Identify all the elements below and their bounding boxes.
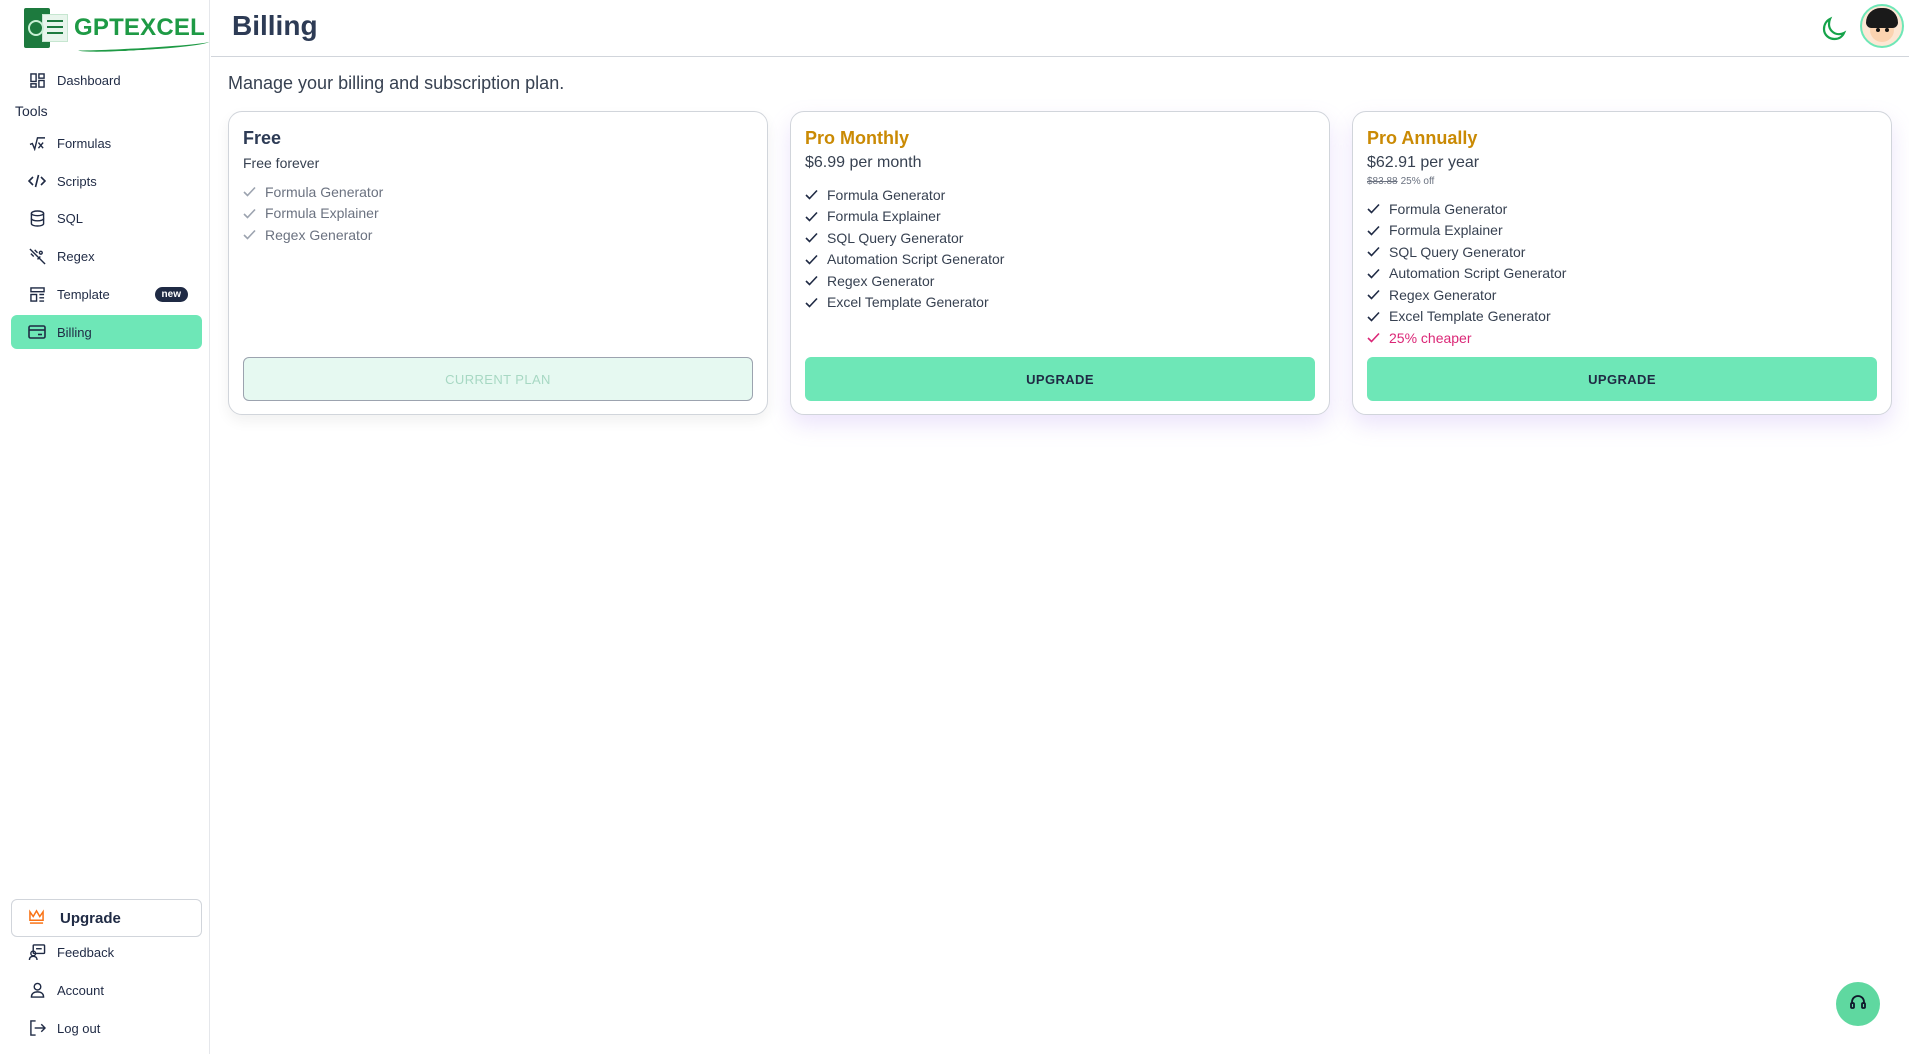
app-logo[interactable]: GPTEXCEL	[24, 8, 205, 48]
plan-name: Pro Annually	[1367, 128, 1478, 148]
sidebar-item-formulas[interactable]: Formulas	[11, 126, 202, 160]
page-subtitle: Manage your billing and subscription pla…	[228, 73, 565, 93]
check-icon	[1367, 289, 1381, 300]
strikethrough-price: $83.88	[1367, 176, 1398, 187]
sidebar-item-regex[interactable]: Regex	[11, 239, 202, 273]
top-header: Billing	[211, 0, 1909, 57]
upgrade-monthly-button[interactable]: UPGRADE	[805, 357, 1315, 401]
check-icon	[805, 297, 819, 308]
sidebar-item-billing[interactable]: Billing	[11, 315, 202, 349]
sqrt-x-icon	[27, 133, 47, 153]
feedback-icon	[27, 942, 47, 962]
sidebar-item-template[interactable]: Template new	[11, 277, 202, 311]
upgrade-button[interactable]: Upgrade	[11, 899, 202, 937]
list-item: Formula Explainer	[1367, 220, 1566, 242]
sidebar-item-label: Dashboard	[57, 72, 121, 88]
plan-card-pro-monthly: Pro Monthly $6.99 per month Formula Gene…	[790, 111, 1330, 415]
list-item: Formula Generator	[1367, 198, 1566, 220]
list-item: Formula Generator	[805, 184, 1004, 206]
sidebar-item-label: Account	[57, 982, 104, 998]
check-icon	[805, 211, 819, 222]
list-item: Excel Template Generator	[1367, 306, 1566, 328]
check-icon	[243, 186, 257, 197]
check-icon	[805, 189, 819, 200]
plan-card-pro-annually: Pro Annually $62.91 per year $83.88 25% o…	[1352, 111, 1892, 415]
sidebar-item-label: Feedback	[57, 944, 115, 960]
check-icon	[243, 229, 257, 240]
original-price: $83.88 25% off	[1367, 176, 1434, 187]
plan-name: Pro Monthly	[805, 128, 909, 148]
list-item: Formula Explainer	[805, 206, 1004, 228]
check-icon	[805, 232, 819, 243]
plan-price: Free forever	[243, 155, 320, 171]
discount-label: 25% off	[1400, 176, 1435, 187]
check-icon	[805, 275, 819, 286]
template-icon	[27, 284, 47, 304]
feature-list: Formula Generator Formula Explainer Rege…	[243, 181, 383, 246]
check-icon	[1367, 311, 1381, 322]
sidebar: GPTEXCEL Dashboard Tools Formulas Script…	[0, 0, 210, 1054]
logout-icon	[27, 1018, 47, 1038]
list-item: SQL Query Generator	[1367, 241, 1566, 263]
feature-list: Formula Generator Formula Explainer SQL …	[805, 184, 1004, 313]
sidebar-item-account[interactable]: Account	[11, 973, 202, 1007]
check-icon	[1367, 246, 1381, 257]
check-icon	[243, 208, 257, 219]
list-item: Regex Generator	[805, 270, 1004, 292]
headset-icon	[1849, 993, 1867, 1016]
card-icon	[27, 322, 47, 342]
crown-icon	[28, 908, 48, 928]
sidebar-item-logout[interactable]: Log out	[11, 1011, 202, 1045]
sidebar-item-sql[interactable]: SQL	[11, 201, 202, 235]
check-icon	[1367, 332, 1381, 343]
sidebar-item-scripts[interactable]: Scripts	[11, 164, 202, 198]
check-icon	[805, 254, 819, 265]
sidebar-item-dashboard[interactable]: Dashboard	[11, 63, 202, 97]
sidebar-item-label: Billing	[57, 324, 92, 340]
sidebar-item-label: Regex	[57, 248, 95, 264]
avatar[interactable]	[1860, 4, 1904, 48]
check-icon	[1367, 268, 1381, 279]
sidebar-item-label: SQL	[57, 210, 84, 226]
current-plan-button[interactable]: CURRENT PLAN	[243, 357, 753, 401]
database-icon	[27, 208, 47, 228]
list-item: SQL Query Generator	[805, 227, 1004, 249]
check-icon	[1367, 225, 1381, 236]
feature-list: Formula Generator Formula Explainer SQL …	[1367, 198, 1566, 349]
sidebar-item-feedback[interactable]: Feedback	[11, 935, 202, 969]
plan-card-free: Free Free forever Formula Generator Form…	[228, 111, 768, 415]
new-badge: new	[154, 286, 188, 302]
dashboard-icon	[27, 70, 47, 90]
list-item: Excel Template Generator	[805, 292, 1004, 314]
plan-price: $6.99 per month	[805, 154, 922, 171]
list-item: Automation Script Generator	[1367, 263, 1566, 285]
plan-name: Free	[243, 128, 282, 148]
upgrade-annual-button[interactable]: UPGRADE	[1367, 357, 1877, 401]
moon-icon[interactable]	[1821, 16, 1847, 42]
regex-icon	[27, 246, 47, 266]
sidebar-item-label: Log out	[57, 1020, 101, 1036]
page-title: Billing	[232, 10, 318, 41]
plan-price: $62.91 per year	[1367, 154, 1480, 171]
sidebar-section-tools: Tools	[15, 103, 48, 119]
user-icon	[27, 980, 47, 1000]
sidebar-item-label: Template	[57, 286, 110, 302]
list-item-highlight: 25% cheaper	[1367, 327, 1566, 349]
check-icon	[1367, 203, 1381, 214]
list-item: Formula Generator	[243, 181, 383, 203]
sidebar-item-label: Formulas	[57, 135, 112, 151]
list-item: Formula Explainer	[243, 203, 383, 225]
list-item: Regex Generator	[1367, 284, 1566, 306]
sidebar-item-label: Scripts	[57, 173, 97, 189]
list-item: Regex Generator	[243, 224, 383, 246]
support-button[interactable]	[1836, 982, 1880, 1026]
upgrade-label: Upgrade	[60, 909, 121, 927]
code-icon	[27, 171, 47, 191]
excel-logo-icon	[24, 8, 68, 48]
list-item: Automation Script Generator	[805, 249, 1004, 271]
brand-name: GPTEXCEL	[74, 14, 205, 41]
